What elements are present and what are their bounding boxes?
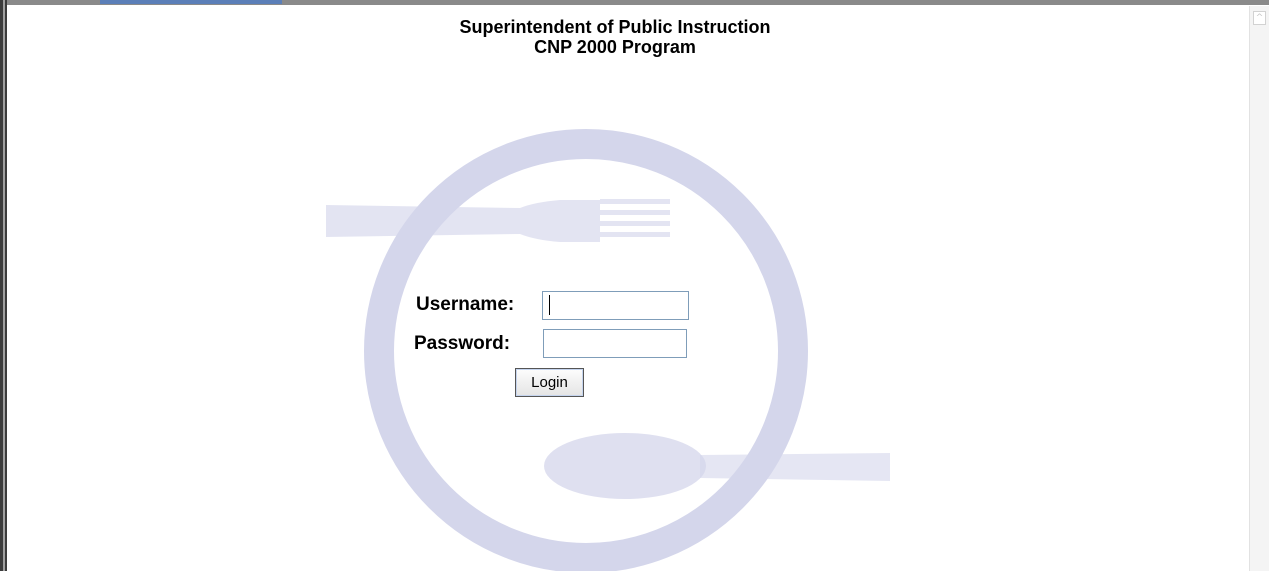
- username-label: Username:: [416, 294, 515, 315]
- page-subtitle: CNP 2000 Program: [534, 37, 696, 57]
- username-input[interactable]: [542, 291, 689, 320]
- page-title: Superintendent of Public Instruction: [459, 17, 771, 37]
- scroll-up-arrow-icon[interactable]: ^: [1253, 11, 1266, 25]
- vertical-scrollbar[interactable]: ^: [1249, 6, 1269, 571]
- login-button[interactable]: Login: [515, 368, 584, 397]
- browser-window: Superintendent of Public Instruction CNP…: [0, 0, 1269, 571]
- text-caret: [549, 295, 550, 315]
- page-header: Superintendent of Public Instruction CNP…: [0, 17, 1230, 57]
- password-input[interactable]: [543, 329, 687, 358]
- plate-watermark-icon: [326, 129, 890, 571]
- password-label: Password:: [414, 333, 511, 354]
